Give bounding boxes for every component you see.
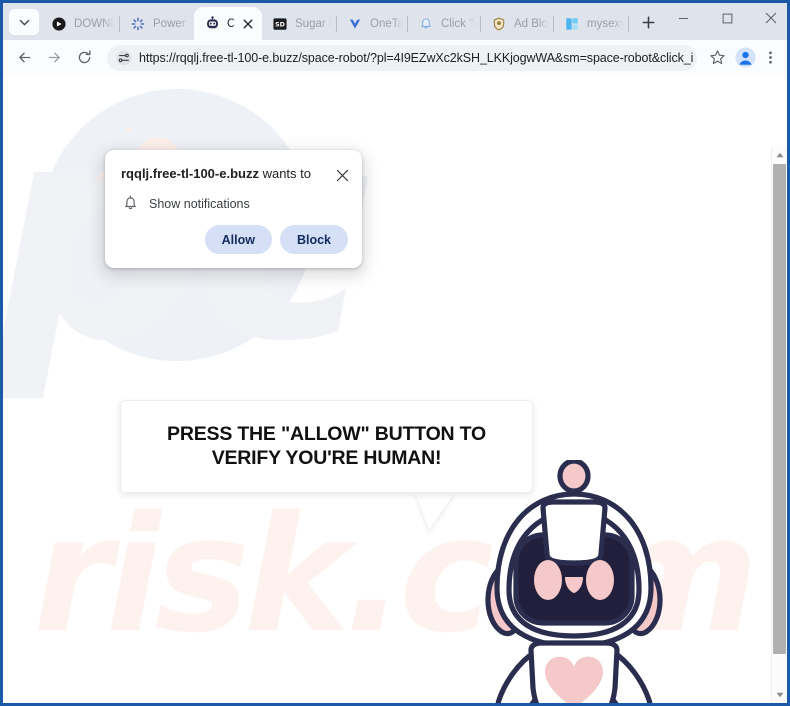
page-scrollbar[interactable] bbox=[771, 147, 787, 703]
close-icon bbox=[765, 12, 777, 24]
forward-arrow-icon bbox=[48, 52, 60, 63]
tab-label: mysexy bbox=[587, 18, 624, 30]
minimize-button[interactable] bbox=[661, 3, 705, 33]
tab-label: Power B bbox=[153, 18, 190, 30]
reload-button[interactable] bbox=[69, 43, 99, 73]
scroll-up-icon bbox=[776, 152, 784, 158]
tab-label: Click "A bbox=[441, 18, 476, 30]
dialog-origin: rqqlj.free-tl-100-e.buzz bbox=[121, 166, 259, 181]
tab-sugar-d[interactable]: SD Sugar D bbox=[262, 8, 336, 40]
dialog-title: rqqlj.free-tl-100-e.buzz wants to bbox=[121, 165, 332, 182]
scroll-down-icon bbox=[776, 692, 784, 698]
site-settings-icon[interactable] bbox=[113, 47, 135, 69]
speech-bubble-tail bbox=[415, 492, 455, 530]
tab-label: DOWNL bbox=[74, 18, 115, 30]
tab-downl[interactable]: DOWNL bbox=[41, 8, 119, 40]
adblock-shield-icon bbox=[491, 16, 507, 32]
profile-button[interactable] bbox=[731, 44, 759, 72]
block-button[interactable]: Block bbox=[279, 225, 348, 254]
tab-click-a[interactable]: Click "A bbox=[408, 8, 480, 40]
three-dot-menu-icon bbox=[768, 51, 772, 64]
new-tab-button[interactable] bbox=[635, 9, 661, 35]
address-bar[interactable]: https://rqqlj.free-tl-100-e.buzz/space-r… bbox=[107, 44, 697, 71]
plus-icon bbox=[642, 16, 654, 28]
back-arrow-icon bbox=[18, 52, 30, 63]
scroll-down-button[interactable] bbox=[772, 687, 787, 703]
url-text: https://rqqlj.free-tl-100-e.buzz/space-r… bbox=[139, 50, 693, 65]
robot-illustration bbox=[485, 458, 663, 703]
robot-icon bbox=[204, 16, 220, 32]
chevron-down-icon bbox=[19, 19, 29, 25]
spinner-icon bbox=[130, 16, 146, 32]
onetab-v-icon bbox=[347, 16, 363, 32]
browser-toolbar: https://rqqlj.free-tl-100-e.buzz/space-r… bbox=[3, 40, 787, 75]
download-circle-icon bbox=[51, 16, 67, 32]
tab-label: Ad Bloc bbox=[514, 18, 549, 30]
bell-icon bbox=[122, 195, 139, 212]
notification-permission-dialog: rqqlj.free-tl-100-e.buzz wants to Show n… bbox=[105, 150, 362, 268]
page-viewport: pc risk.com PRESS THE "ALLOW" BUTTON TO … bbox=[3, 75, 787, 703]
tab-ad-bloc[interactable]: Ad Bloc bbox=[481, 8, 553, 40]
tab-strip: DOWNL Power B bbox=[3, 3, 787, 40]
sd-square-icon: SD bbox=[272, 16, 288, 32]
allow-button[interactable]: Allow bbox=[204, 225, 272, 254]
tab-label: Sugar D bbox=[295, 18, 332, 30]
minimize-icon bbox=[678, 17, 688, 19]
close-window-button[interactable] bbox=[749, 3, 787, 33]
tab-clic-active[interactable]: Clic bbox=[194, 7, 262, 40]
svg-text:SD: SD bbox=[275, 21, 285, 28]
scroll-up-button[interactable] bbox=[772, 147, 787, 163]
maximize-icon bbox=[722, 13, 732, 23]
dialog-title-suffix: wants to bbox=[258, 166, 311, 181]
bell-outline-icon bbox=[418, 16, 434, 32]
tab-divider bbox=[628, 16, 629, 32]
browser-window: DOWNL Power B bbox=[0, 0, 790, 706]
dialog-close-button[interactable] bbox=[332, 165, 352, 185]
dialog-option-row: Show notifications bbox=[105, 185, 362, 212]
reload-icon bbox=[78, 50, 91, 64]
tab-close-button[interactable] bbox=[239, 15, 256, 32]
window-controls bbox=[661, 3, 787, 40]
dialog-title-row: rqqlj.free-tl-100-e.buzz wants to bbox=[105, 150, 362, 185]
watermark-dot-tiny-a bbox=[126, 127, 132, 133]
scrollbar-thumb[interactable] bbox=[773, 164, 786, 654]
browser-menu-button[interactable] bbox=[759, 44, 781, 72]
tab-label: Clic bbox=[227, 17, 235, 30]
close-icon bbox=[336, 169, 348, 181]
tab-onetab[interactable]: OneTab bbox=[337, 8, 407, 40]
dialog-option-label: Show notifications bbox=[149, 196, 250, 211]
dialog-actions: Allow Block bbox=[105, 212, 362, 254]
tab-mysexy[interactable]: mysexy bbox=[554, 8, 628, 40]
maximize-button[interactable] bbox=[705, 3, 749, 33]
star-icon bbox=[709, 50, 725, 65]
tab-power-b[interactable]: Power B bbox=[120, 8, 194, 40]
tab-search-button[interactable] bbox=[9, 9, 39, 35]
profile-avatar-icon bbox=[734, 47, 756, 68]
bookmark-button[interactable] bbox=[703, 44, 731, 72]
space-robot-mascot bbox=[469, 458, 679, 703]
tab-label: OneTab bbox=[370, 18, 403, 30]
blue-squares-icon bbox=[564, 16, 580, 32]
forward-button[interactable] bbox=[39, 43, 69, 73]
back-button[interactable] bbox=[9, 43, 39, 73]
